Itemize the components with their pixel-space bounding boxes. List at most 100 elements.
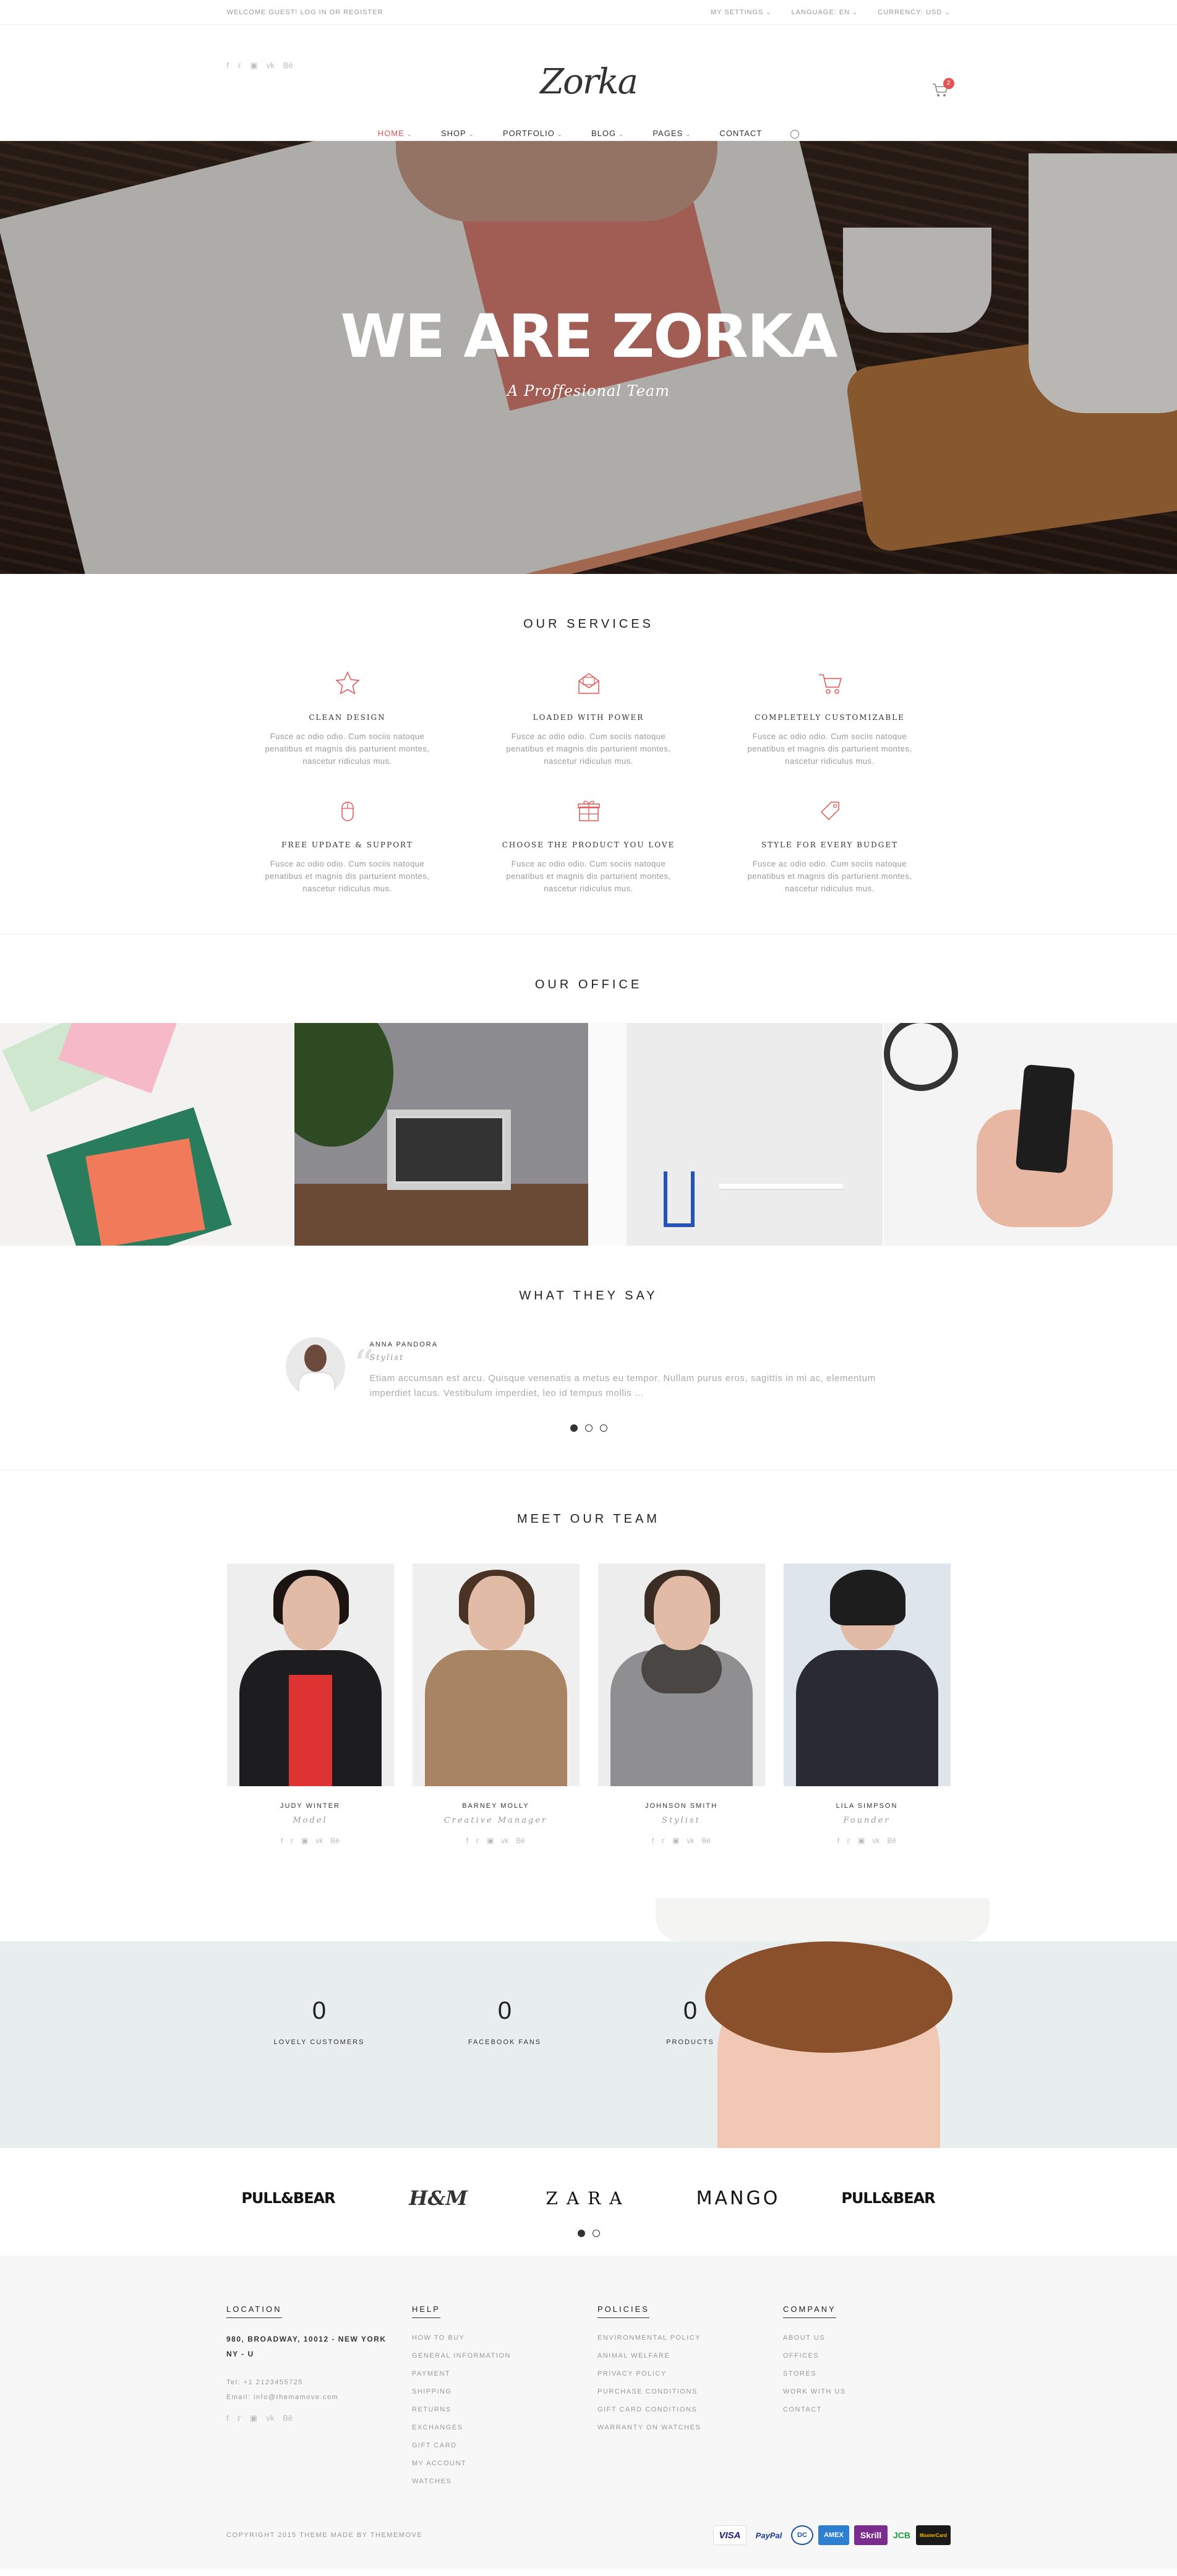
twitter-icon[interactable]: 𝕣 <box>238 2413 241 2423</box>
office-photo[interactable] <box>0 1023 294 1246</box>
twitter-icon[interactable]: 𝕣 <box>847 1836 850 1845</box>
counter-item: 0 Lovely Customers <box>226 1997 412 2046</box>
twitter-icon[interactable]: 𝕣 <box>238 61 241 71</box>
carousel-dot[interactable] <box>584 1424 593 1432</box>
visa-icon: VISA <box>713 2525 747 2545</box>
facebook-icon[interactable]: f <box>227 61 229 71</box>
search-icon[interactable] <box>790 130 800 139</box>
office-title: Our Office <box>534 978 643 991</box>
vk-icon[interactable]: vk <box>315 1836 323 1845</box>
vk-icon[interactable]: vk <box>267 61 275 71</box>
footer-link[interactable]: Returns <box>412 2401 597 2419</box>
brand-logo-hm[interactable]: H&M <box>377 2186 500 2210</box>
footer-address: 980, Broadway, 10012 - New York NY - U <box>226 2335 387 2358</box>
footer-link[interactable]: Watches <box>412 2473 597 2491</box>
nav-item-portfolio[interactable]: Portfolio <box>503 129 563 138</box>
facebook-icon[interactable]: f <box>652 1836 654 1845</box>
service-text: Fusce ac odio odio. Cum sociis natoque p… <box>506 859 671 893</box>
paypal-icon: PayPal <box>755 2530 782 2540</box>
team-member-photo[interactable] <box>783 1564 951 1786</box>
footer-link[interactable]: Payment <box>412 2365 597 2383</box>
footer-link[interactable]: Offices <box>783 2347 969 2365</box>
carousel-dot[interactable] <box>592 2230 600 2237</box>
welcome-text[interactable]: Welcome Guest! Log in or Register <box>227 9 383 16</box>
vk-icon[interactable]: vk <box>501 1836 508 1845</box>
facebook-icon[interactable]: f <box>226 2413 229 2423</box>
brand-logo-pullandbear[interactable]: PULL&BEAR <box>826 2189 950 2207</box>
language-dropdown[interactable]: Language: EN <box>792 9 858 16</box>
behance-icon[interactable]: Bē <box>283 2413 293 2423</box>
twitter-icon[interactable]: 𝕣 <box>476 1836 479 1845</box>
footer-link[interactable]: Privacy policy <box>597 2365 783 2383</box>
vk-icon[interactable]: vk <box>687 1836 694 1845</box>
nav-item-pages[interactable]: Pages <box>653 129 691 138</box>
instagram-icon[interactable]: ▣ <box>487 1836 494 1845</box>
behance-icon[interactable]: Bē <box>701 1836 711 1845</box>
brand-logo-mango[interactable]: MANGO <box>677 2188 800 2209</box>
carousel-dot[interactable] <box>599 1424 607 1432</box>
counter-item: 0 Facebook Fans <box>412 1997 597 2046</box>
behance-icon[interactable]: Bē <box>887 1836 896 1845</box>
testimonial-body: Anna Pandora Stylist “ Etiam accumsan es… <box>354 1337 877 1401</box>
behance-icon[interactable]: Bē <box>330 1836 340 1845</box>
footer-link[interactable]: Stores <box>783 2365 969 2383</box>
counter-value: 0 <box>312 1997 327 2024</box>
footer-link[interactable]: Environmental policy <box>597 2329 783 2347</box>
team-member-role: Model <box>293 1816 328 1825</box>
instagram-icon[interactable]: ▣ <box>672 1836 679 1845</box>
footer-link[interactable]: Contact <box>783 2401 969 2419</box>
facebook-icon[interactable]: f <box>837 1836 839 1845</box>
service-item: Free update & support Fusce ac odio odio… <box>227 797 468 895</box>
carousel-dot[interactable] <box>570 1424 578 1432</box>
footer-link[interactable]: Shipping <box>412 2383 597 2401</box>
vk-icon[interactable]: vk <box>266 2413 274 2423</box>
team-member-photo[interactable] <box>597 1564 765 1786</box>
team-member-name: Barney Molly <box>462 1802 529 1810</box>
footer-link[interactable]: About us <box>783 2329 969 2347</box>
footer-email[interactable]: Email: info@themamove.com <box>226 2390 412 2405</box>
footer-link[interactable]: Gift card <box>412 2437 597 2455</box>
footer-link[interactable]: Purchase conditions <box>597 2383 783 2401</box>
site-logo[interactable]: Zorka <box>540 62 638 102</box>
twitter-icon[interactable]: 𝕣 <box>290 1836 294 1845</box>
testimonial-quote: “ Etiam accumsan est arcu. Quisque venen… <box>354 1345 877 1401</box>
footer-link[interactable]: Exchanges <box>412 2419 597 2437</box>
cart-button[interactable]: 2 <box>932 78 954 100</box>
instagram-icon[interactable]: ▣ <box>250 61 257 71</box>
carousel-dot[interactable] <box>577 2230 585 2237</box>
twitter-icon[interactable]: 𝕣 <box>661 1836 665 1845</box>
instagram-icon[interactable]: ▣ <box>858 1836 865 1845</box>
nav-item-home[interactable]: Home <box>378 129 413 138</box>
team-member-photo[interactable] <box>226 1564 394 1786</box>
office-photo[interactable] <box>883 1023 1177 1246</box>
office-photo[interactable] <box>589 1023 883 1246</box>
footer-link[interactable]: My account <box>412 2455 597 2473</box>
footer-link[interactable]: General information <box>412 2347 597 2365</box>
footer-link[interactable]: Work with us <box>783 2383 969 2401</box>
brand-logo-pullandbear[interactable]: PULL&BEAR <box>226 2189 350 2207</box>
instagram-icon[interactable]: ▣ <box>301 1836 308 1845</box>
counter-row: 0 Lovely Customers 0 Facebook Fans 0 Pro… <box>226 1997 783 2046</box>
footer-link[interactable]: Warranty on watches <box>597 2419 783 2437</box>
facebook-icon[interactable]: f <box>466 1836 468 1845</box>
footer-link[interactable]: Animal welfare <box>597 2347 783 2365</box>
facebook-icon[interactable]: f <box>281 1836 283 1845</box>
team-member-role: Founder <box>843 1816 891 1825</box>
footer-link[interactable]: Gift card conditions <box>597 2401 783 2419</box>
office-photo[interactable] <box>294 1023 588 1246</box>
hero-subtitle: A Proffesional Team <box>507 382 670 400</box>
service-text: Fusce ac odio odio. Cum sociis natoque p… <box>265 859 430 893</box>
instagram-icon[interactable]: ▣ <box>250 2413 257 2423</box>
team-member-photo[interactable] <box>412 1564 580 1786</box>
settings-dropdown[interactable]: My Settings <box>711 9 772 16</box>
vk-icon[interactable]: vk <box>872 1836 880 1845</box>
currency-dropdown[interactable]: Currency: USD <box>878 9 950 16</box>
nav-item-blog[interactable]: Blog <box>591 129 624 138</box>
main-nav: Home Shop Portfolio Blog Pages Contact <box>227 129 951 139</box>
nav-item-contact[interactable]: Contact <box>719 129 762 138</box>
behance-icon[interactable]: Bē <box>516 1836 525 1845</box>
behance-icon[interactable]: Bē <box>283 61 293 71</box>
footer-link[interactable]: How to buy <box>412 2329 597 2347</box>
nav-item-shop[interactable]: Shop <box>441 129 474 138</box>
brand-logo-zara[interactable]: ZARA <box>526 2188 650 2209</box>
